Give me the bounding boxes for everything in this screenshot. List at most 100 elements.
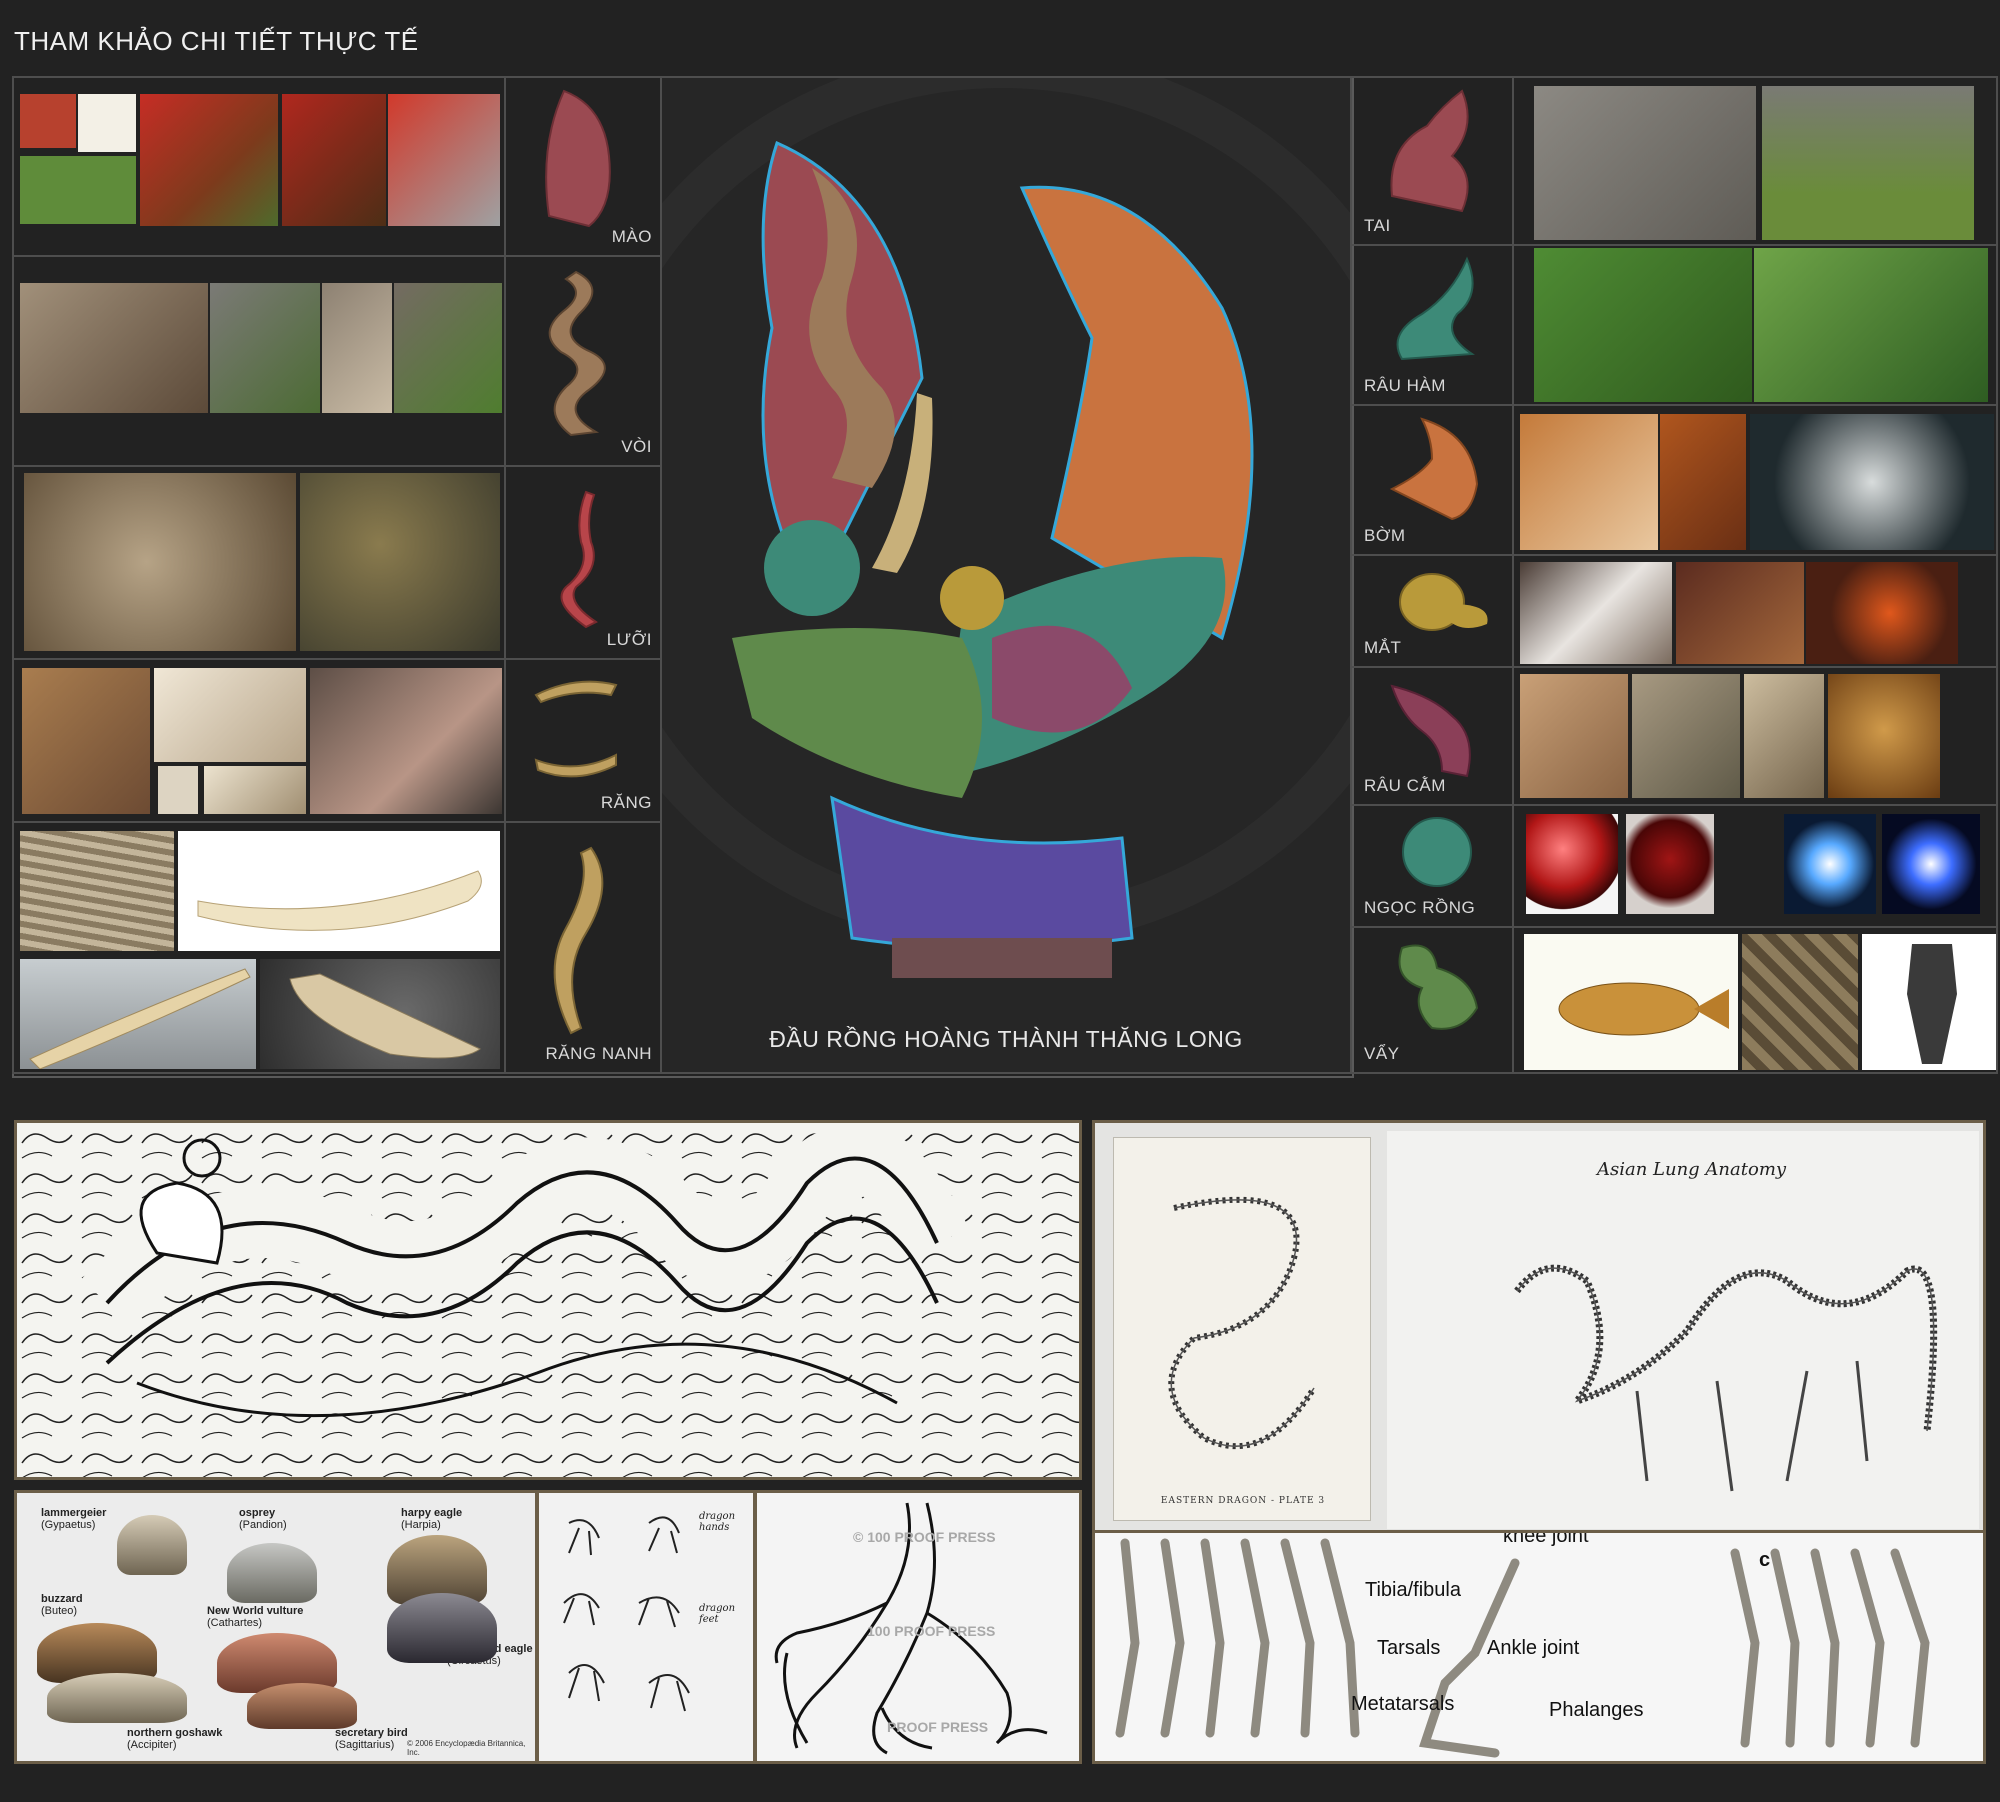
ear-sculpt [1390, 89, 1469, 213]
energy-orb-photo-1 [1784, 814, 1876, 914]
horse-mane-photo-1 [1520, 414, 1658, 550]
elephant-ear-photo-2 [1762, 86, 1974, 240]
carp-illustration [1524, 934, 1738, 1070]
label-tibia-fibula: Tibia/fibula [1365, 1579, 1461, 1601]
row-rang-nanh-photos [12, 821, 506, 1074]
center-dragon-panel: ĐẦU RỒNG HOÀNG THÀNH THĂNG LONG [660, 76, 1352, 1074]
part-label: VÒI [621, 437, 652, 456]
row-vay-photos [1512, 926, 1998, 1074]
sketch-label: dragon hands [699, 1511, 736, 1533]
lion-photo [1828, 674, 1940, 798]
part-label: RÂU CẰM [1364, 776, 1446, 795]
part-label: VẨY [1364, 1044, 1400, 1063]
row-mat-photos [1512, 554, 1998, 668]
rabbit-eye-photo [1520, 562, 1672, 664]
sketch-label: dragon feet [699, 1603, 736, 1625]
elephant-ear-photo-1 [1534, 86, 1756, 240]
watermark: © 100 PROOF PRESS [853, 1529, 996, 1545]
part-label: RÂU HÀM [1364, 376, 1446, 395]
crocodile-skin-photo [1862, 934, 1996, 1070]
skull-photo-2 [158, 766, 198, 814]
skull-photo-1 [154, 668, 306, 762]
elephant-trunk-photo-4 [394, 283, 502, 413]
eastern-dragon-plate: EASTERN DRAGON - PLATE 3 [1113, 1137, 1371, 1521]
part-mao: MÀO [504, 76, 662, 257]
part-tai: TAI [1350, 76, 1514, 246]
talon-foot [47, 1673, 187, 1723]
elephant-trunk-photo-3 [322, 283, 392, 413]
dragon-head-sculpt [662, 78, 1350, 978]
ivory-pile-photo [20, 831, 174, 951]
part-label: NGỌC RỒNG [1364, 898, 1476, 917]
row-ngoc-rong-photos [1512, 804, 1998, 928]
part-label: LƯỠI [606, 630, 652, 649]
tusk-grey-photo [20, 959, 256, 1070]
dragon-eye-photo-2 [1806, 562, 1958, 664]
talon-label: osprey (Pandion) [239, 1507, 287, 1531]
scale-sculpt [1398, 944, 1479, 1030]
goat-photo-1 [1632, 674, 1740, 798]
bird-talons-panel: lammergeier (Gypaetus) osprey (Pandion) ha… [14, 1490, 538, 1764]
snake-skin-photo [1742, 934, 1858, 1070]
label-c: c [1759, 1549, 1771, 1571]
label-phalanges: Phalanges [1549, 1699, 1644, 1721]
claw-sketch-panel: dragon hands dragon feet [536, 1490, 756, 1764]
energy-orb-photo-2 [1882, 814, 1980, 914]
talon-label: New World vulture (Cathartes) [207, 1605, 304, 1629]
row-rau-cam-photos [1512, 666, 1998, 806]
center-caption: ĐẦU RỒNG HOÀNG THÀNH THĂNG LONG [769, 1026, 1243, 1052]
horn-cup-photo [260, 959, 500, 1069]
tusk-white-photo [178, 831, 500, 951]
part-vay: VẨY [1350, 926, 1514, 1074]
snake-tongue-photo-2 [300, 473, 500, 651]
part-bom: BỜM [1350, 404, 1514, 556]
dragon-eye-photo-1 [1676, 562, 1804, 664]
leaf-photo [20, 94, 76, 148]
dragon-line-art-panel [14, 1120, 1082, 1480]
label-knee-joint: knee joint [1503, 1530, 1589, 1547]
watermark: 100 PROOF PRESS [867, 1623, 996, 1639]
rooster-photo-1 [140, 94, 278, 226]
boar-tusk-photo [22, 668, 150, 814]
claw-drawing-panel: © 100 PROOF PRESS 100 PROOF PRESS PROOF … [754, 1490, 1082, 1764]
row-rang-photos [12, 658, 506, 823]
fang-sculpt [553, 846, 604, 1035]
part-voi: VÒI [504, 255, 662, 467]
red-orb-photo-1 [1526, 814, 1618, 914]
anatomy-panel: EASTERN DRAGON - PLATE 3 Asian Lung Anat… [1092, 1120, 1986, 1538]
part-label: RĂNG [600, 793, 652, 812]
snake-tongue-photo-1 [24, 473, 296, 651]
asian-lung-diagram: Asian Lung Anatomy [1387, 1131, 1979, 1529]
row-tai-photos [1512, 76, 1998, 246]
part-label: BỜM [1364, 526, 1406, 545]
part-rang-nanh: RĂNG NANH [504, 821, 662, 1074]
part-label: TAI [1364, 216, 1391, 235]
taro-leaf-photo-1 [1534, 248, 1752, 402]
watermark: PROOF PRESS [887, 1719, 989, 1735]
talon-label: harpy eagle (Harpia) [401, 1507, 463, 1531]
crest-sculpt [545, 89, 611, 228]
trunk-sculpt [548, 270, 606, 437]
label-metatarsals: Metatarsals [1351, 1693, 1455, 1715]
dragon-line-art [17, 1123, 1079, 1477]
part-rau-ham: RÂU HÀM [1350, 244, 1514, 406]
talon-label: northern goshawk (Accipiter) [127, 1727, 223, 1751]
white-horse-photo [1750, 414, 1994, 550]
talon-label: secretary bird (Sagittarius) [335, 1727, 408, 1751]
rooster-photo-3 [388, 94, 500, 226]
talon-foot [117, 1515, 187, 1575]
label-tarsals: Tarsals [1377, 1637, 1441, 1659]
beard-sculpt [1390, 684, 1471, 778]
leaf-green-photo [20, 156, 136, 224]
talon-foot [227, 1543, 317, 1603]
label-ankle-joint: Ankle joint [1487, 1637, 1580, 1659]
rooster-photo-2 [282, 94, 386, 226]
talon-foot [387, 1593, 497, 1663]
claw-sketches [563, 1516, 690, 1712]
taro-leaf-photo-2 [1754, 248, 1988, 402]
teeth-sculpt [534, 680, 618, 778]
elephant-trunk-photo-2 [210, 283, 320, 413]
jaw-whisker-sculpt [1396, 256, 1475, 361]
part-mat: MẮT [1350, 554, 1514, 668]
pearl-sculpt [1402, 817, 1472, 887]
